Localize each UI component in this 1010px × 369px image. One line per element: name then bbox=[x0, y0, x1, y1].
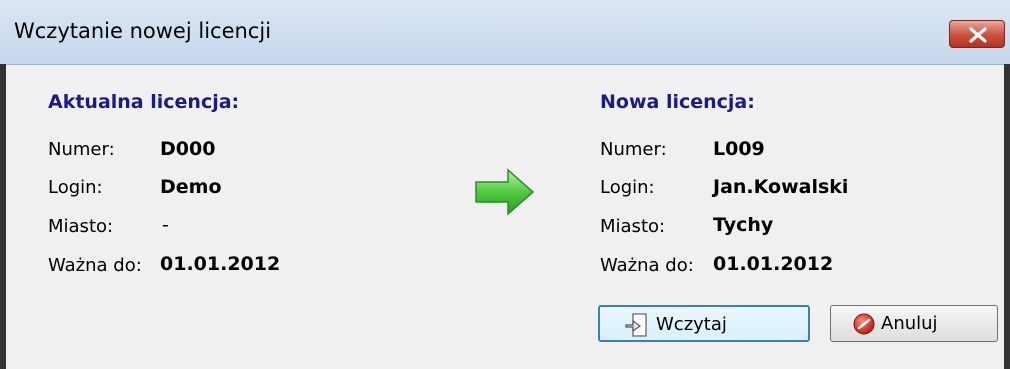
new-wazna-label: Ważna do: bbox=[600, 255, 694, 276]
current-numer-value: D000 bbox=[160, 138, 216, 160]
new-numer-label: Numer: bbox=[600, 139, 667, 160]
close-button[interactable] bbox=[949, 20, 1005, 48]
new-miasto-label: Miasto: bbox=[600, 216, 666, 237]
window-title: Wczytanie nowej licencji bbox=[14, 19, 272, 43]
current-license-heading: Aktualna licencja: bbox=[48, 91, 240, 113]
current-wazna-label: Ważna do: bbox=[48, 255, 142, 276]
current-miasto-value: - bbox=[162, 214, 169, 236]
current-login-value: Demo bbox=[160, 176, 222, 198]
new-wazna-value: 01.01.2012 bbox=[713, 253, 834, 275]
license-dialog: Wczytanie nowej licencji Aktualna licenc… bbox=[0, 0, 1010, 369]
cancel-button-label: Anuluj bbox=[881, 313, 938, 334]
load-document-icon bbox=[625, 313, 647, 337]
current-miasto-label: Miasto: bbox=[48, 216, 114, 237]
title-bar[interactable]: Wczytanie nowej licencji bbox=[0, 0, 1010, 65]
new-numer-value: L009 bbox=[713, 138, 765, 160]
arrow-right-icon bbox=[475, 168, 535, 216]
current-numer-label: Numer: bbox=[48, 139, 115, 160]
new-login-value: Jan.Kowalski bbox=[713, 176, 849, 198]
cancel-icon bbox=[853, 313, 875, 335]
current-login-label: Login: bbox=[48, 177, 103, 198]
new-license-heading: Nowa licencja: bbox=[600, 91, 755, 113]
current-wazna-value: 01.01.2012 bbox=[160, 253, 281, 275]
cancel-button[interactable]: Anuluj bbox=[830, 305, 998, 342]
close-icon bbox=[969, 27, 987, 43]
load-button[interactable]: Wczytaj bbox=[598, 305, 810, 342]
load-button-label: Wczytaj bbox=[656, 314, 727, 335]
new-miasto-value: Tychy bbox=[713, 214, 774, 236]
window-border-left bbox=[0, 64, 6, 369]
window-border-right bbox=[1004, 64, 1010, 369]
new-login-label: Login: bbox=[600, 177, 655, 198]
